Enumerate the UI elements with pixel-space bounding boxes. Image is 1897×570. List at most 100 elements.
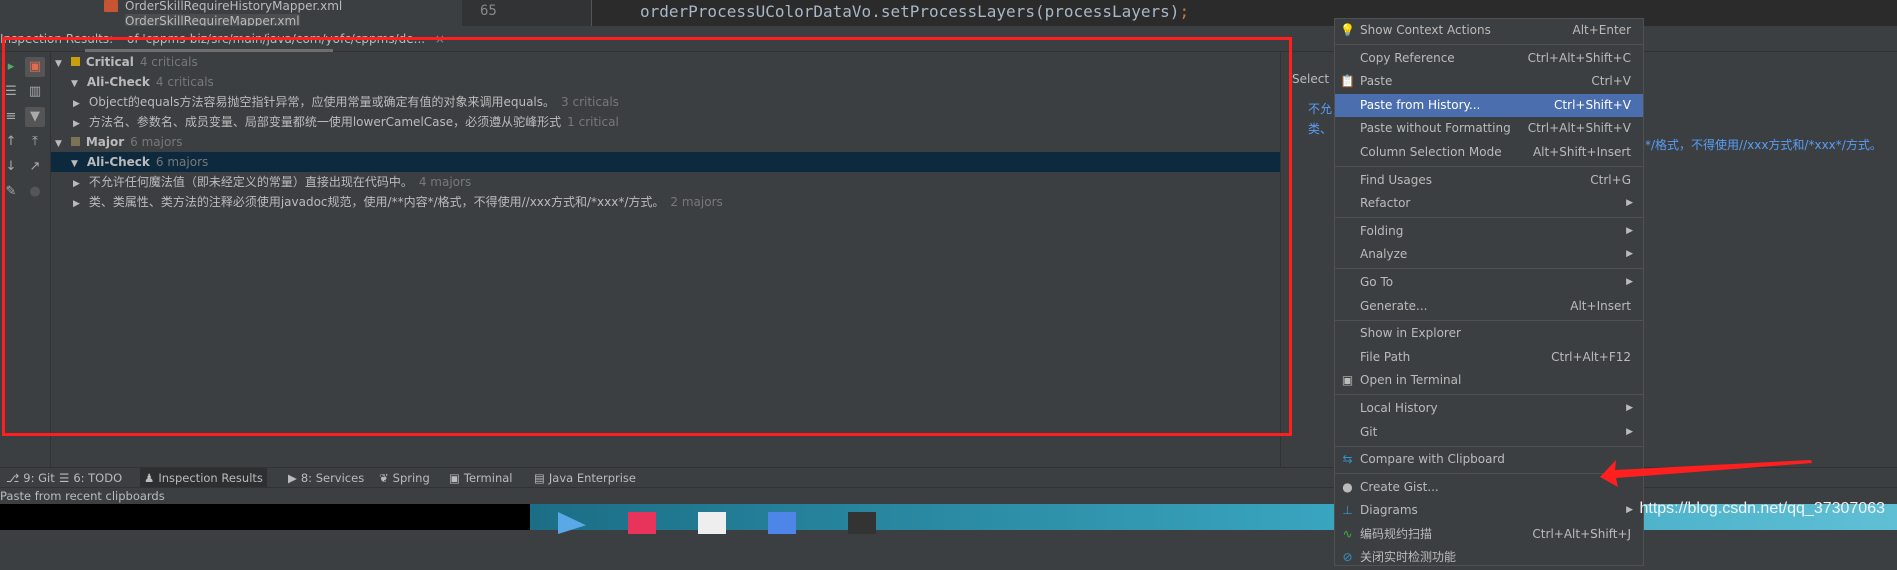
tool-window-terminal[interactable]: ▣ Terminal	[445, 468, 516, 488]
tree-subgroup[interactable]: ▼ Ali-Check 4 criticals	[51, 72, 1280, 92]
menu-item-show-in-explorer[interactable]: Show in Explorer	[1335, 322, 1643, 346]
collapsed-arrow-icon[interactable]: ▶	[73, 114, 85, 134]
close-icon[interactable]: ×	[435, 32, 445, 46]
menu-item-shortcut: Ctrl+Alt+Shift+J	[1532, 526, 1631, 541]
tree-item[interactable]: ▶ 类、类属性、类方法的注释必须使用javadoc规范，使用/**内容*/格式，…	[51, 192, 1280, 212]
item-count: 3 criticals	[561, 95, 619, 109]
tool-window-label: 8: Services	[300, 471, 365, 485]
terminal-app-icon[interactable]	[848, 512, 876, 534]
menu-item-shortcut: Ctrl+Alt+Shift+V	[1527, 121, 1631, 136]
menu-item-shortcut: Ctrl+Shift+V	[1554, 97, 1631, 112]
menu-item-analyze[interactable]: Analyze ▶	[1335, 243, 1643, 267]
detail-link[interactable]: 不允	[1308, 100, 1332, 117]
menu-item-shortcut: Ctrl+Alt+F12	[1551, 349, 1631, 364]
project-file[interactable]: OrderSkillRequireHistoryMapper.xml	[125, 0, 342, 13]
tree-item[interactable]: ▶ Object的equals方法容易抛空指针异常，应使用常量或确定有值的对象来…	[51, 92, 1280, 112]
group-by-severity-icon[interactable]: ▣	[25, 57, 45, 77]
menu-item-copy-reference[interactable]: Copy Reference Ctrl+Alt+Shift+C	[1335, 47, 1643, 71]
menu-item-shortcut: Alt+Insert	[1570, 298, 1631, 313]
autoscroll-icon[interactable]: ⤒	[25, 132, 45, 152]
next-icon[interactable]: ↓	[1, 157, 21, 177]
menu-item-column-selection-mode[interactable]: Column Selection Mode Alt+Shift+Insert	[1335, 141, 1643, 165]
menu-item-refactor[interactable]: Refactor ▶	[1335, 192, 1643, 216]
menu-item-custom[interactable]: ⊘ 关闭实时检测功能	[1335, 546, 1643, 570]
intellij-icon[interactable]	[628, 512, 656, 534]
submenu-arrow-icon: ▶	[1626, 276, 1633, 287]
tree-group-major[interactable]: ▼ Major 6 majors	[51, 132, 1280, 152]
menu-item-label: Refactor	[1360, 196, 1411, 211]
expand-arrow-icon[interactable]: ▼	[55, 134, 67, 154]
expand-arrow-icon[interactable]: ▼	[55, 54, 67, 74]
menu-item-label: Paste from History...	[1360, 97, 1481, 112]
tab-scope: of 'cppms-biz/src/main/java/com/yofc/cpp…	[127, 32, 426, 46]
menu-item-paste[interactable]: 📋 Paste Ctrl+V	[1335, 70, 1643, 94]
previous-icon[interactable]: ↑	[1, 132, 21, 152]
menu-item-create-gist[interactable]: ● Create Gist...	[1335, 476, 1643, 500]
code-semicolon: ;	[1179, 2, 1190, 21]
group-count: 4 criticals	[139, 55, 198, 69]
detail-link[interactable]: 类、	[1308, 120, 1332, 137]
settings-wrench-icon[interactable]: ✎	[1, 182, 21, 202]
group-count: 6 majors	[130, 135, 183, 149]
menu-separator	[1335, 445, 1643, 447]
menu-separator	[1335, 268, 1643, 270]
collapsed-arrow-icon[interactable]: ▶	[73, 174, 85, 194]
menu-item-paste-from-history[interactable]: Paste from History... Ctrl+Shift+V	[1335, 93, 1643, 118]
export-icon[interactable]: ↗	[25, 157, 45, 177]
menu-separator	[1335, 473, 1643, 475]
menu-item-open-in-terminal[interactable]: ▣ Open in Terminal	[1335, 369, 1643, 393]
menu-item-git[interactable]: Git ▶	[1335, 421, 1643, 445]
menu-item-label: Folding	[1360, 223, 1404, 238]
menu-separator	[1335, 394, 1643, 396]
tool-window-inspection-results[interactable]: ♟ Inspection Results	[140, 468, 267, 488]
detail-link-tail[interactable]: */格式，不得使用//xxx方式和/*xxx*/方式。	[1645, 136, 1882, 153]
tree-subgroup[interactable]: ▼ Ali-Check 6 majors	[51, 152, 1280, 172]
inspection-tab[interactable]: Inspection Results: of 'cppms-biz/src/ma…	[0, 32, 445, 46]
menu-item-compare-with-clipboard[interactable]: ⇆ Compare with Clipboard	[1335, 448, 1643, 472]
lightbulb-icon: 💡	[1340, 23, 1355, 37]
tool-window-label: Terminal	[463, 471, 513, 485]
terminal-icon: ▣	[1341, 373, 1354, 388]
filter-icon[interactable]: ▼	[25, 107, 45, 127]
collapsed-arrow-icon[interactable]: ▶	[73, 94, 85, 114]
context-menu: 💡 Show Context Actions Alt+Enter Copy Refer…	[1334, 18, 1644, 566]
tool-window-git[interactable]: ⎇ 9: Git	[2, 468, 59, 488]
menu-item-folding[interactable]: Folding ▶	[1335, 220, 1643, 244]
terminal-icon: ▣	[449, 471, 460, 485]
expand-arrow-icon[interactable]: ▼	[71, 74, 83, 94]
group-by-directory-icon[interactable]: ▥	[25, 82, 45, 102]
tree-item[interactable]: ▶ 不允许任何魔法值（即未经定义的常量）直接出现在代码中。 4 majors	[51, 172, 1280, 192]
submenu-arrow-icon: ▶	[1626, 426, 1633, 437]
tool-window-services[interactable]: ▶ 8: Services	[284, 468, 368, 488]
code-line[interactable]: orderProcessUColorDataVo.setProcessLayer…	[640, 2, 1189, 21]
menu-item-generate[interactable]: Generate... Alt+Insert	[1335, 295, 1643, 319]
menu-item-shortcut: Alt+Enter	[1572, 23, 1631, 37]
menu-item-label: Find Usages	[1360, 172, 1433, 187]
menu-item-go-to[interactable]: Go To ▶	[1335, 271, 1643, 295]
menu-item-custom[interactable]: ∿ 编码规约扫描 Ctrl+Alt+Shift+J	[1335, 523, 1643, 547]
menu-separator	[1335, 166, 1643, 168]
menu-item-local-history[interactable]: Local History ▶	[1335, 397, 1643, 421]
tree-group-critical[interactable]: ▼ Critical 4 criticals	[51, 52, 1280, 72]
rerun-icon[interactable]: ▸	[1, 57, 21, 77]
tool-window-java-enterprise[interactable]: ▤ Java Enterprise	[530, 468, 640, 488]
menu-item-file-path[interactable]: File Path Ctrl+Alt+F12	[1335, 346, 1643, 370]
lightbulb-icon[interactable]: ●	[25, 182, 45, 202]
desktop-app-icon[interactable]	[558, 512, 586, 534]
submenu-arrow-icon: ▶	[1626, 249, 1633, 260]
collapsed-arrow-icon[interactable]: ▶	[73, 194, 85, 214]
item-count: 4 majors	[418, 175, 472, 189]
project-file[interactable]: OrderSkillRequireMapper.xml	[125, 14, 300, 26]
tool-window-spring[interactable]: ❦ Spring	[375, 468, 434, 488]
tree-item[interactable]: ▶ 方法名、参数名、成员变量、局部变量都统一使用lowerCamelCase，必…	[51, 112, 1280, 132]
menu-item-find-usages[interactable]: Find Usages Ctrl+G	[1335, 169, 1643, 193]
expand-arrow-icon[interactable]: ▼	[71, 154, 83, 174]
menu-item-show-context-actions[interactable]: 💡 Show Context Actions Alt+Enter	[1335, 19, 1643, 43]
menu-item-paste-without-formatting[interactable]: Paste without Formatting Ctrl+Alt+Shift+V	[1335, 117, 1643, 141]
document-icon[interactable]	[768, 512, 796, 534]
expand-all-icon[interactable]: ☰	[1, 82, 21, 102]
collapse-all-icon[interactable]: ≡	[1, 107, 21, 127]
notepad-icon[interactable]	[698, 512, 726, 534]
tool-window-todo[interactable]: ☰ 6: TODO	[55, 468, 126, 488]
menu-item-diagrams[interactable]: ⊥ Diagrams ▶	[1335, 499, 1643, 523]
